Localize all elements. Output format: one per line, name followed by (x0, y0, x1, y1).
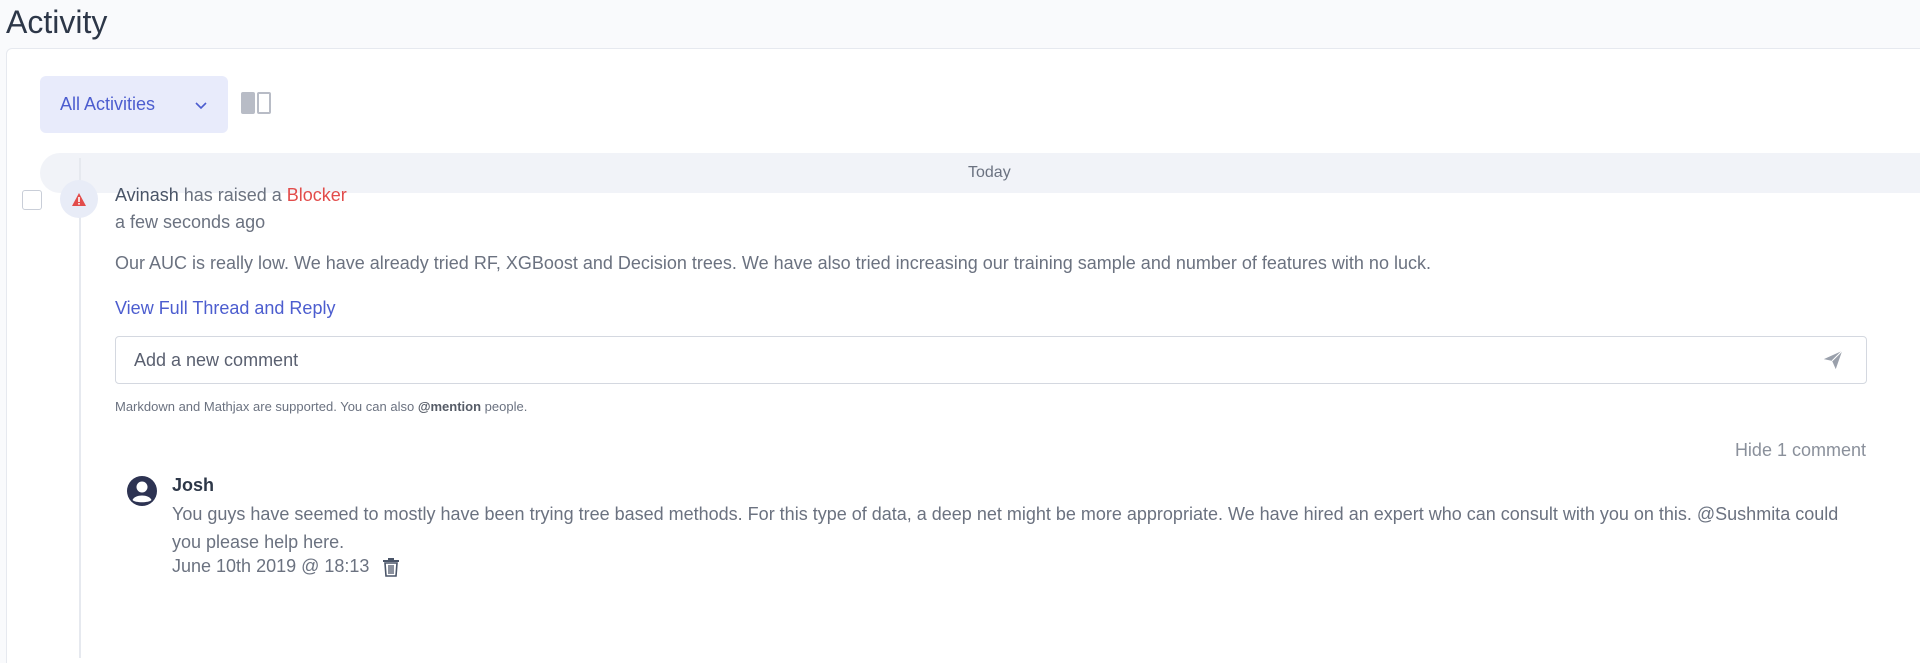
comment-author: Josh (172, 475, 215, 495)
event-header: Avinash has raised a Blocker (115, 185, 347, 206)
trash-icon[interactable] (382, 557, 400, 577)
filter-label: All Activities (60, 94, 156, 114)
event-type-label: Blocker (286, 185, 347, 205)
event-select-checkbox[interactable] (22, 190, 42, 210)
warning-icon (72, 192, 86, 206)
user-avatar-icon (127, 476, 157, 506)
timeline-line (79, 158, 81, 658)
split-view-icon[interactable] (241, 92, 271, 114)
send-icon[interactable] (1822, 349, 1844, 371)
activity-filter-dropdown[interactable]: All Activities (40, 76, 228, 133)
view-thread-link[interactable]: View Full Thread and Reply (115, 298, 335, 319)
mention-keyword: @mention (417, 399, 482, 414)
blocker-badge (60, 180, 98, 218)
page-title: Activity (6, 4, 108, 40)
markdown-hint: Markdown and Mathjax are supported. You … (115, 399, 528, 414)
hide-comments-toggle[interactable]: Hide 1 comment (1728, 440, 1866, 461)
chevron-down-icon (195, 101, 207, 109)
comment-text: You guys have seemed to mostly have been… (172, 504, 1839, 552)
comment-input[interactable] (134, 347, 1784, 373)
date-group-label: Today (968, 164, 1011, 181)
event-action-text: has raised a (178, 185, 287, 205)
event-timestamp: a few seconds ago (115, 212, 266, 232)
comment-box (115, 336, 1867, 384)
event-actor: Avinash (115, 185, 179, 205)
comment-date: June 10th 2019 @ 18:13 (172, 556, 370, 576)
event-body: Our AUC is really low. We have already t… (115, 253, 1431, 273)
